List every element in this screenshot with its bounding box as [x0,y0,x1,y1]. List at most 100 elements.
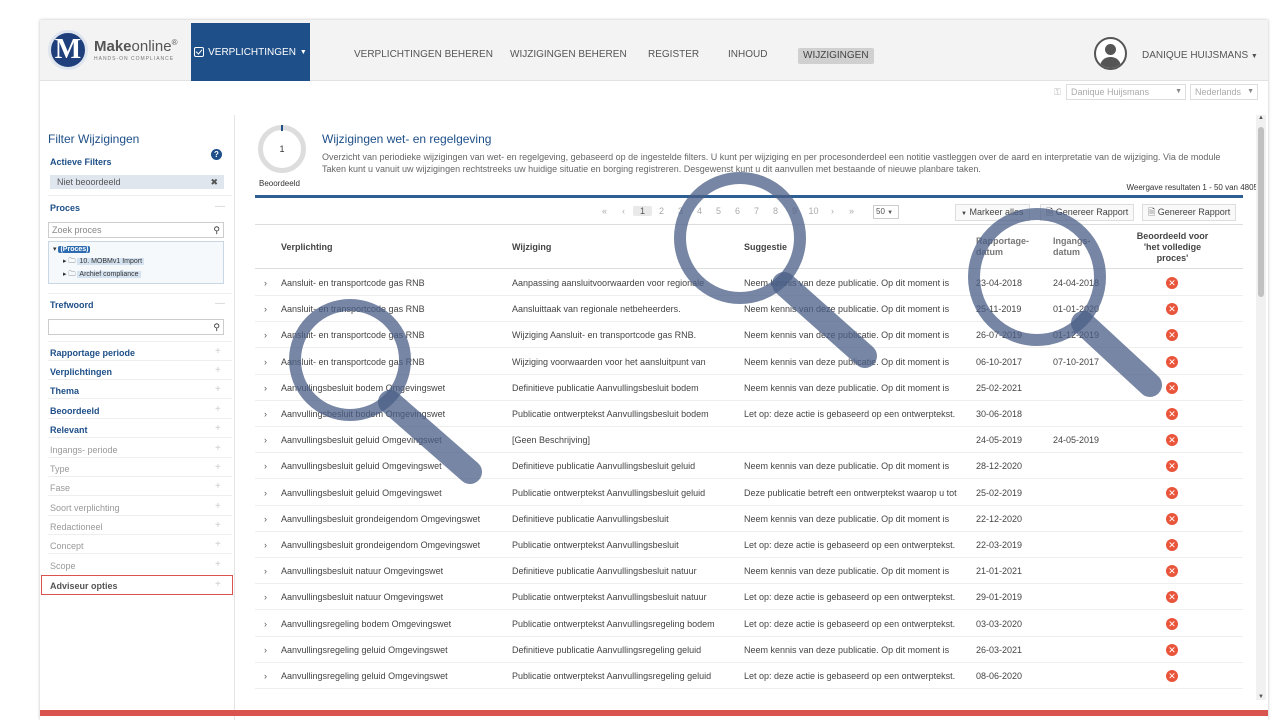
nav-register[interactable]: REGISTER [648,49,699,60]
trefwoord-section-heading[interactable]: Trefwoord [50,300,94,310]
expand-icon[interactable]: + [215,365,221,376]
search-icon[interactable]: ⚲ [213,223,220,237]
filter-ingangs-periode[interactable]: Ingangs- periode [50,445,118,455]
tree-node-archief[interactable]: ▸ 🗀 Archief compliance [63,270,141,280]
collapse-icon[interactable]: — [215,201,225,212]
expand-icon[interactable]: + [215,539,221,550]
filter-beoordeeld[interactable]: Beoordeeld [50,406,100,416]
not-assessed-icon[interactable]: ✕ [1166,512,1178,525]
filter-rapportage-periode[interactable]: Rapportage periode [50,348,135,358]
chevron-down-icon: ▼ [1175,88,1182,95]
nav-wijzigingen-beheren[interactable]: WIJZIGINGEN BEHEREN [510,49,627,60]
expand-row-icon[interactable]: › [264,540,267,550]
filter-relevant[interactable]: Relevant [50,425,88,435]
nav-verplichtingen-dropdown[interactable]: VERPLICHTINGEN ▼ [191,23,310,81]
filter-type[interactable]: Type [50,464,70,474]
not-assessed-icon[interactable]: ✕ [1166,591,1178,604]
expand-row-icon[interactable]: › [264,566,267,576]
table-row[interactable]: › Aanvullingsbesluit grondeigendom Omgevi… [255,532,1243,558]
pager-first[interactable]: « [595,206,614,216]
expand-icon[interactable]: + [215,559,221,570]
expand-icon[interactable]: + [215,423,221,434]
pager-prev[interactable]: ‹ [614,206,633,216]
proces-section-heading[interactable]: Proces [50,203,80,213]
logo-tagline: HANDS-ON COMPLIANCE [94,56,175,62]
expand-icon[interactable]: + [215,384,221,395]
filter-thema[interactable]: Thema [50,386,79,396]
collapse-icon[interactable]: — [215,298,225,309]
language-select[interactable]: Nederlands ▼ [1190,84,1258,100]
table-row[interactable]: › Aanvullingsbesluit grondeigendom Omgevi… [255,506,1243,532]
not-assessed-icon[interactable]: ✕ [1166,434,1178,447]
remove-filter-icon[interactable]: ✖ [210,175,218,189]
expand-icon[interactable]: + [215,346,221,357]
not-assessed-icon[interactable]: ✕ [1166,486,1178,499]
filter-redactioneel[interactable]: Redactioneel [50,522,103,532]
beoordeeld-donut: 1 [258,125,306,173]
expand-row-icon[interactable]: › [264,304,267,314]
user-select[interactable]: Danique Huijsmans ▼ [1066,84,1186,100]
expand-icon[interactable]: + [215,520,221,531]
filter-fase[interactable]: Fase [50,483,70,493]
expand-icon[interactable]: + [215,404,221,415]
not-assessed-icon[interactable]: ✕ [1166,643,1178,656]
scroll-down-icon[interactable]: ▼ [1258,694,1264,700]
expand-row-icon[interactable]: › [264,409,267,419]
expand-row-icon[interactable]: › [264,671,267,681]
expand-row-icon[interactable]: › [264,435,267,445]
col-wijziging[interactable]: Wijziging [512,242,551,253]
cell-verplichting: Aanvullingsbesluit grondeigendom Omgevin… [281,540,481,550]
not-assessed-icon[interactable]: ✕ [1166,565,1178,578]
expand-icon[interactable]: + [215,443,221,454]
scroll-thumb[interactable] [1258,127,1264,297]
table-row[interactable]: › Aanvullingsregeling geluid Omgevingswet… [255,637,1243,663]
makeonline-logo[interactable]: M Makeonline® HANDS-ON COMPLIANCE [48,30,177,70]
not-assessed-icon[interactable]: ✕ [1166,670,1178,682]
expand-row-icon[interactable]: › [264,592,267,602]
filter-scope[interactable]: Scope [50,561,76,571]
expand-row-icon[interactable]: › [264,357,267,367]
expand-row-icon[interactable]: › [264,488,267,498]
expand-row-icon[interactable]: › [264,645,267,655]
pager-page-1[interactable]: 1 [633,206,652,216]
help-icon[interactable]: ? [211,149,222,160]
nav-inhoud[interactable]: INHOUD [728,49,767,60]
expand-icon[interactable]: + [215,481,221,492]
expand-row-icon[interactable]: › [264,461,267,471]
user-menu[interactable]: DANIQUE HUIJSMANS ▼ [1142,50,1258,61]
proces-search-input[interactable]: Zoek proces ⚲ [48,222,224,238]
search-icon[interactable]: ⚲ [213,320,220,334]
vertical-scrollbar[interactable]: ▲ ▼ [1256,115,1266,700]
expand-icon[interactable]: + [215,579,221,590]
col-verplichting[interactable]: Verplichting [281,242,333,253]
tree-node-proces[interactable]: ▾ (Proces) [53,245,91,255]
nav-wijzigingen-active[interactable]: WIJZIGINGEN [798,48,874,64]
expand-row-icon[interactable]: › [264,278,267,288]
trefwoord-input[interactable]: ⚲ [48,319,224,335]
expand-icon[interactable]: + [215,462,221,473]
expand-row-icon[interactable]: › [264,330,267,340]
expand-icon[interactable]: + [215,501,221,512]
expand-row-icon[interactable]: › [264,383,267,393]
table-row[interactable]: › Aanvullingsbesluit natuur Omgevingswet D… [255,558,1243,585]
not-assessed-icon[interactable]: ✕ [1166,539,1178,551]
scroll-up-icon[interactable]: ▲ [1258,115,1264,121]
filter-adviseur-opties[interactable]: Adviseur opties [50,581,118,591]
not-assessed-icon[interactable]: ✕ [1166,460,1178,473]
table-row[interactable]: › Aanvullingsbesluit natuur Omgevingswet P… [255,584,1243,611]
table-row[interactable]: › Aanvullingsregeling geluid Omgevingswet… [255,663,1243,689]
result-count: Weergave resultaten 1 - 50 van 4805 [1126,183,1259,192]
nav-verplichtingen-beheren[interactable]: VERPLICHTINGEN BEHEREN [354,49,493,60]
filter-soort-verplichting[interactable]: Soort verplichting [50,503,120,513]
expand-row-icon[interactable]: › [264,619,267,629]
proces-search-placeholder: Zoek proces [52,225,102,235]
expand-row-icon[interactable]: › [264,514,267,524]
not-assessed-icon[interactable]: ✕ [1166,617,1178,630]
filter-concept[interactable]: Concept [50,541,84,551]
table-row[interactable]: › Aanvullingsregeling bodem Omgevingswet P… [255,611,1243,637]
tree-node-mobm[interactable]: ▸ 🗀 10. MOBMv1 Import [63,257,145,267]
filter-verplichtingen[interactable]: Verplichtingen [50,367,112,377]
cell-suggestie: Let op: deze actie is gebaseerd op een o… [744,540,956,550]
user-avatar-icon[interactable] [1094,37,1127,70]
footer-accent-bar [40,710,1268,716]
